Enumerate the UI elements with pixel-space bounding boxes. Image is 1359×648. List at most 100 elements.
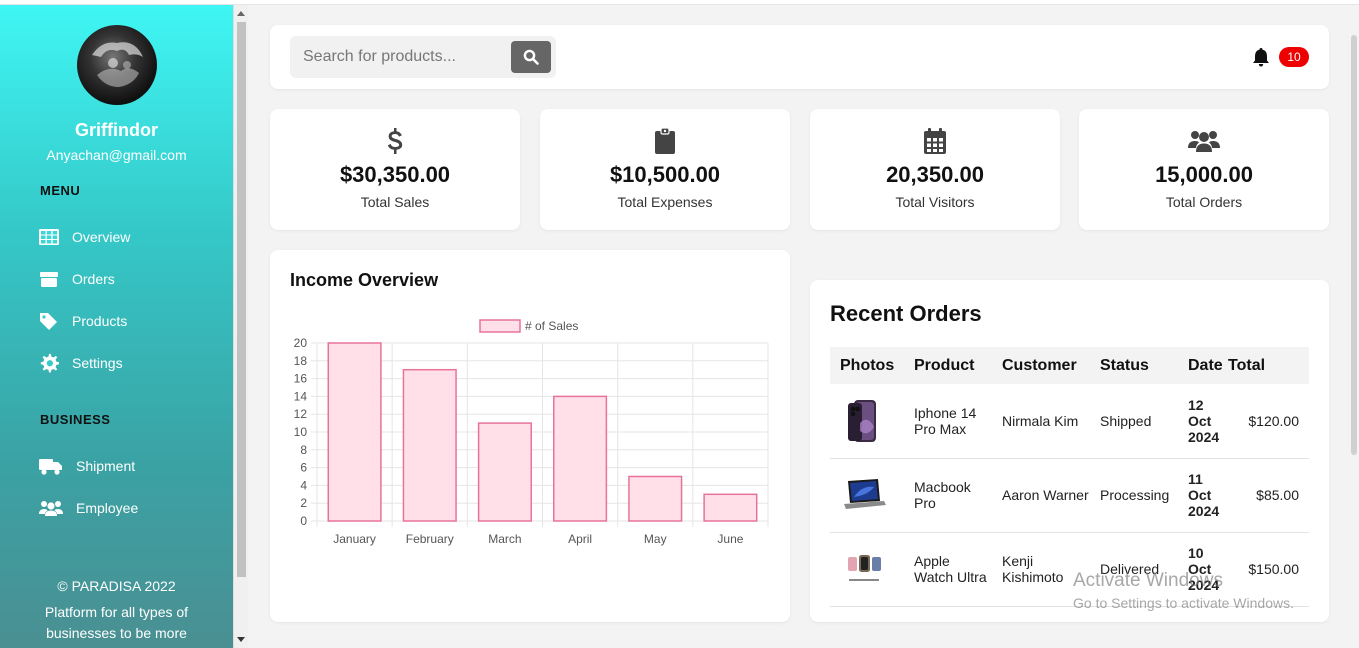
chart-bar xyxy=(628,475,683,522)
search-icon xyxy=(523,49,539,65)
stat-label: Total Orders xyxy=(1165,194,1243,210)
date-year: 2024 xyxy=(1188,428,1220,445)
y-tick-label: 14 xyxy=(294,389,308,403)
copyright: © PARADISA 2022 xyxy=(57,578,176,594)
income-bar-chart: # of Sales 0 2 4 6 8 10 12 14 16 18 20 January Februa… xyxy=(294,319,769,546)
y-tick-label: 12 xyxy=(294,407,308,421)
users-icon xyxy=(1188,131,1220,152)
income-overview-card: Income Overview # of Sales 0 2 4 6 8 10 12 14 16 1… xyxy=(270,250,790,622)
notification-badge[interactable]: 10 xyxy=(1279,47,1309,67)
macbook-image xyxy=(844,479,886,509)
sidebar-item-label: Overview xyxy=(72,229,131,245)
avatar[interactable] xyxy=(77,25,157,105)
order-status: Processing xyxy=(1090,458,1178,533)
y-tick-label: 18 xyxy=(294,354,308,368)
date-day: 12 xyxy=(1188,396,1204,413)
iphone-image xyxy=(848,399,876,442)
recent-orders-card: Recent Orders Photos Product Customer St… xyxy=(810,280,1329,622)
customer-name: Nirmala Kim xyxy=(992,384,1090,459)
stat-card-total-expenses: $10,500.00 Total Expenses xyxy=(540,109,790,230)
column-header: Total xyxy=(1228,347,1309,384)
y-tick-label: 16 xyxy=(294,372,308,386)
stat-label: Total Expenses xyxy=(617,194,713,210)
chart-bar xyxy=(327,342,382,522)
product-photo xyxy=(830,458,904,533)
date-month: Oct xyxy=(1188,412,1212,429)
sidebar-item-label: Settings xyxy=(72,355,123,371)
stat-label: Total Sales xyxy=(360,194,430,210)
apple-watch-image xyxy=(848,555,881,581)
y-tick-label: 2 xyxy=(300,496,307,510)
dollar-icon xyxy=(387,128,403,154)
search-button[interactable] xyxy=(511,41,551,73)
business-section-title: BUSINESS xyxy=(40,412,111,427)
sidebar-item-label: Employee xyxy=(76,500,139,516)
chart-bar xyxy=(477,422,532,522)
column-header: Product xyxy=(904,347,992,384)
sidebar-scrollbar[interactable] xyxy=(233,5,248,648)
user-email: Anyachan@gmail.com xyxy=(46,147,187,163)
sidebar-item-overview[interactable]: Overview xyxy=(38,227,130,247)
scroll-up-arrow-icon[interactable] xyxy=(237,11,245,16)
x-tick-label: March xyxy=(488,532,521,546)
column-header: Date xyxy=(1178,347,1228,384)
table-row[interactable]: Iphone 14 Pro Max Nirmala Kim Shipped 12… xyxy=(830,384,1309,459)
income-overview-title: Income Overview xyxy=(290,270,439,290)
customer-name: Aaron Warner xyxy=(992,458,1090,533)
product-photo xyxy=(830,532,904,607)
calendar-icon xyxy=(924,128,946,154)
tagline-line-1: Platform for all types of xyxy=(44,604,189,620)
y-tick-label: 4 xyxy=(300,478,307,492)
sidebar-item-shipment[interactable]: Shipment xyxy=(38,456,135,476)
recent-orders-title: Recent Orders xyxy=(830,301,982,326)
orders-table: Photos Product Customer Status Date Tota… xyxy=(830,347,1309,607)
clipboard-icon xyxy=(655,128,675,154)
search-input[interactable] xyxy=(294,40,506,74)
y-tick-label: 20 xyxy=(294,336,308,350)
sidebar-item-products[interactable]: Products xyxy=(38,311,127,331)
order-status: Shipped xyxy=(1090,384,1178,459)
stat-card-total-visitors: 20,350.00 Total Visitors xyxy=(810,109,1060,230)
sidebar-item-settings[interactable]: Settings xyxy=(38,353,123,373)
menu-section-title: MENU xyxy=(40,183,81,198)
order-date: 11 Oct 2024 xyxy=(1178,458,1228,533)
page-scrollbar-thumb[interactable] xyxy=(1351,35,1357,455)
sidebar-item-employee[interactable]: Employee xyxy=(38,498,138,518)
date-year: 2024 xyxy=(1188,503,1220,519)
search-box xyxy=(290,36,556,78)
table-row[interactable]: Macbook Pro Aaron Warner Processing 11 O… xyxy=(830,458,1309,533)
box-icon xyxy=(40,272,58,287)
sidebar-item-label: Shipment xyxy=(76,458,136,474)
orders-table-header: Photos Product Customer Status Date Tota… xyxy=(830,347,1309,384)
stat-label: Total Visitors xyxy=(895,194,975,210)
scroll-down-arrow-icon[interactable] xyxy=(237,637,245,642)
date-day: 11 xyxy=(1188,471,1203,487)
sidebar: Griffindor Anyachan@gmail.com MENU Overv… xyxy=(0,5,233,648)
product-name: Macbook Pro xyxy=(904,458,992,533)
y-tick-label: 0 xyxy=(300,514,307,528)
stat-card-total-orders: 15,000.00 Total Orders xyxy=(1079,109,1329,230)
gear-icon xyxy=(40,353,59,373)
x-tick-label: April xyxy=(568,532,592,546)
grid-icon xyxy=(39,229,59,245)
chart-bar xyxy=(703,493,758,522)
tagline-line-2: businesses to be more xyxy=(46,625,187,641)
bell-icon[interactable] xyxy=(1252,47,1270,67)
stat-value: 15,000.00 xyxy=(1155,162,1253,187)
stat-card-total-sales: $30,350.00 Total Sales xyxy=(270,109,520,230)
legend-label: # of Sales xyxy=(525,319,578,333)
sidebar-item-label: Products xyxy=(72,313,128,329)
chart-bar xyxy=(553,395,608,522)
y-tick-label: 10 xyxy=(294,425,308,439)
date-month: Oct xyxy=(1188,487,1212,503)
product-photo xyxy=(830,384,904,459)
order-date: 12 Oct 2024 xyxy=(1178,384,1228,459)
y-tick-label: 6 xyxy=(300,461,307,475)
x-tick-label: February xyxy=(406,532,454,546)
tag-icon xyxy=(40,313,57,330)
order-total: $85.00 xyxy=(1228,458,1309,533)
scrollbar-thumb[interactable] xyxy=(237,22,246,577)
page-scrollbar[interactable] xyxy=(1350,5,1359,648)
sidebar-item-orders[interactable]: Orders xyxy=(38,269,115,289)
activation-watermark-subtitle: Go to Settings to activate Windows. xyxy=(1073,595,1294,611)
